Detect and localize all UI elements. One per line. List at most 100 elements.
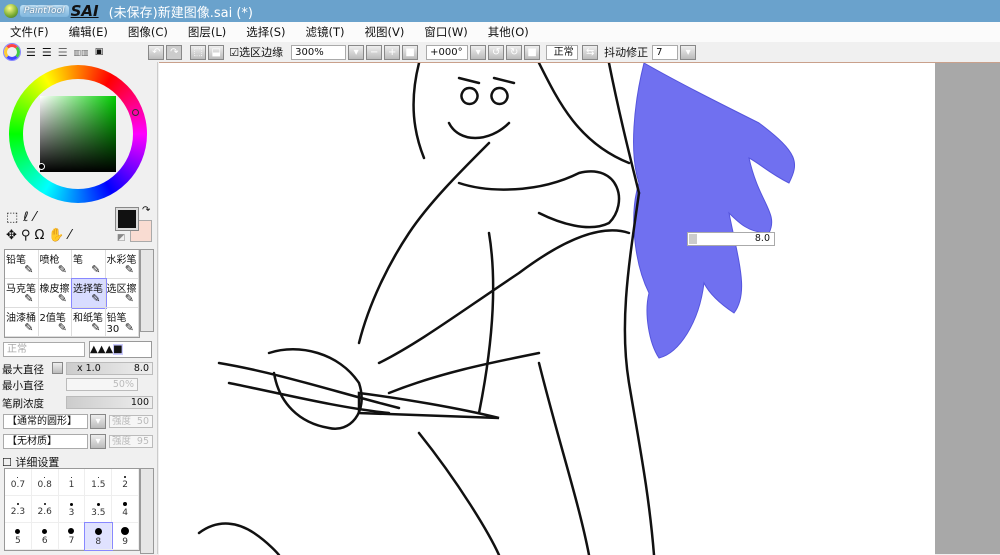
zoom-in-button[interactable]: + — [384, 44, 401, 60]
texture-strength-slider[interactable]: 强度 95 — [109, 435, 153, 448]
min-size-slider[interactable]: 50% — [66, 378, 138, 391]
select-eraser-icon: ✎ — [124, 292, 134, 305]
lasso-icon[interactable]: ℓ — [23, 210, 33, 225]
primary-color-swatch[interactable] — [115, 207, 139, 231]
reset-colors-icon[interactable]: ◩ — [117, 233, 126, 243]
pencil-icon: ✎ — [24, 263, 34, 276]
rotation-select[interactable]: +000° — [426, 44, 469, 60]
window-title: (未保存)新建图像.sai (*) — [108, 5, 253, 21]
color-wheel-tab-icon[interactable] — [3, 43, 21, 61]
left-panel: ⬚ℓ⁄ ✥⚲Ω✋⁄ ↷ ◩ 铅笔 ✎ 喷枪 ✎ 笔 ✎ 水彩笔 ✎ 马克笔 ✎ 橡皮擦 ✎ 选择笔 ✎ 选区… — [0, 62, 158, 554]
hsv-slider-tab-icon[interactable]: ☰ — [42, 46, 52, 59]
brush-blend-select[interactable]: 正常 — [3, 342, 85, 357]
menu-select[interactable]: 选择(S) — [246, 24, 285, 40]
tool-washi-pen[interactable]: 和纸笔 ✎ — [72, 308, 106, 337]
tool-scrollbar[interactable] — [140, 249, 154, 332]
tool-pencil[interactable]: 铅笔 ✎ — [5, 250, 39, 279]
tool-marker[interactable]: 马克笔 ✎ — [5, 279, 39, 308]
size-scrollbar[interactable] — [140, 468, 154, 554]
eyedropper-icon[interactable]: ⁄ — [69, 228, 75, 243]
flip-button[interactable]: ⇆ — [582, 44, 599, 60]
shape-strength-slider[interactable]: 强度 50 — [109, 415, 153, 428]
rotate-right-button[interactable]: ↻ — [506, 44, 523, 60]
magic-wand-icon[interactable]: ⁄ — [34, 210, 41, 225]
invert-selection-button[interactable]: ⬓ — [208, 44, 225, 60]
brush-size-preset[interactable]: 0.8 — [31, 469, 59, 496]
brush-size-preset[interactable]: 2 — [112, 469, 139, 496]
drawing-canvas[interactable]: 8.0 — [159, 63, 935, 555]
zoom-select[interactable]: 300% — [291, 44, 347, 60]
brush-size-preset[interactable]: 1.5 — [85, 469, 113, 496]
hue-marker[interactable] — [132, 109, 139, 116]
zoom-reset-button[interactable]: ■ — [402, 44, 419, 60]
rect-select-icon[interactable]: ⬚ — [6, 210, 23, 225]
tool-bucket[interactable]: 油漆桶 ✎ — [5, 308, 39, 337]
hardness-1-icon: ▲ — [90, 344, 98, 355]
brush-size-preset[interactable]: 7 — [58, 523, 86, 550]
rotate-icon[interactable]: Ω — [34, 228, 48, 243]
tool-pen[interactable]: 笔 ✎ — [72, 250, 106, 279]
tool-label: 笔 — [73, 255, 83, 266]
tool-eraser[interactable]: 橡皮擦 ✎ — [38, 279, 72, 308]
brush-dot-icon — [96, 502, 100, 506]
menu-layer[interactable]: 图层(L) — [188, 24, 226, 40]
menu-image[interactable]: 图像(C) — [128, 24, 168, 40]
rotation-dropdown-icon[interactable]: ▾ — [470, 44, 487, 60]
menu-window[interactable]: 窗口(W) — [424, 24, 467, 40]
max-size-slider[interactable]: x 1.0 8.0 — [66, 362, 153, 375]
palette-tab-icon[interactable]: ▥▥ — [74, 48, 89, 57]
menu-other[interactable]: 其他(O) — [488, 24, 529, 40]
brush-size-preset[interactable]: 1 — [58, 469, 86, 496]
zoom-dropdown-icon[interactable]: ▾ — [348, 44, 365, 60]
swap-colors-icon[interactable]: ↷ — [142, 205, 150, 216]
brush-size-preset[interactable]: 2.3 — [5, 496, 32, 523]
brush-size-preset[interactable]: 3.5 — [85, 496, 113, 523]
menu-edit[interactable]: 编辑(E) — [69, 24, 108, 40]
brush-shape-select[interactable]: 【通常的圆形】 — [3, 414, 88, 429]
texture-dropdown-icon[interactable]: ▾ — [90, 434, 106, 449]
hand-icon[interactable]: ✋ — [48, 228, 68, 243]
redo-button[interactable]: ↷ — [166, 44, 183, 60]
rotate-left-button[interactable]: ↺ — [488, 44, 505, 60]
menu-file[interactable]: 文件(F) — [10, 24, 49, 40]
tool-airbrush[interactable]: 喷枪 ✎ — [38, 250, 72, 279]
tool-select-eraser[interactable]: 选区擦 ✎ — [105, 279, 139, 308]
texture-select[interactable]: 【无材质】 — [3, 434, 88, 449]
brush-size-preset[interactable]: 5 — [5, 523, 32, 550]
eraser-icon: ✎ — [57, 292, 67, 305]
sv-marker[interactable] — [38, 163, 45, 170]
size-lock-button[interactable] — [52, 362, 63, 374]
brush-size-preset[interactable]: 2.6 — [31, 496, 59, 523]
menu-view[interactable]: 视图(V) — [365, 24, 405, 40]
blend-mode-button[interactable]: 正常 — [546, 44, 579, 60]
undo-button[interactable]: ↶ — [148, 44, 165, 60]
scratchpad-tab-icon[interactable]: ▣ — [95, 47, 104, 57]
stabilizer-select[interactable]: 7 — [652, 44, 679, 60]
density-slider[interactable]: 100 — [66, 396, 153, 409]
brush-size-preset[interactable]: 3 — [58, 496, 86, 523]
brush-size-preset[interactable]: 0.7 — [5, 469, 32, 496]
tool-watercolor[interactable]: 水彩笔 ✎ — [105, 250, 139, 279]
saturation-value-square[interactable] — [40, 96, 116, 172]
swatch-tab-icon[interactable]: ☰ — [58, 46, 68, 59]
canvas-area[interactable]: 8.0 — [159, 62, 1000, 555]
rgb-slider-tab-icon[interactable]: ☰ — [26, 46, 36, 59]
menu-filter[interactable]: 滤镜(T) — [306, 24, 345, 40]
move-icon[interactable]: ✥ — [6, 228, 21, 243]
stabilizer-dropdown-icon[interactable]: ▾ — [680, 44, 697, 60]
brush-shape-dropdown-icon[interactable]: ▾ — [90, 414, 106, 429]
brush-dot-icon — [69, 502, 73, 506]
zoom-icon[interactable]: ⚲ — [21, 228, 35, 243]
brush-size-preset[interactable]: 8 — [84, 522, 114, 551]
tool-binary-pen[interactable]: 2值笔 ✎ — [38, 308, 72, 337]
deselect-button[interactable]: ⬚ — [190, 44, 207, 60]
rotate-reset-button[interactable]: ■ — [524, 44, 541, 60]
selection-edge-checkbox[interactable]: ☑ — [229, 46, 239, 59]
brush-size-preset[interactable]: 6 — [31, 523, 59, 550]
tool-pencil30[interactable]: 铅笔30 ✎ — [105, 308, 139, 337]
brush-edge-hardness[interactable]: ▲▲▲■ — [89, 341, 152, 358]
brush-size-preset[interactable]: 9 — [112, 523, 139, 550]
zoom-out-button[interactable]: − — [366, 44, 383, 60]
tool-select-pen[interactable]: 选择笔 ✎ — [71, 278, 107, 309]
brush-size-preset[interactable]: 4 — [112, 496, 139, 523]
